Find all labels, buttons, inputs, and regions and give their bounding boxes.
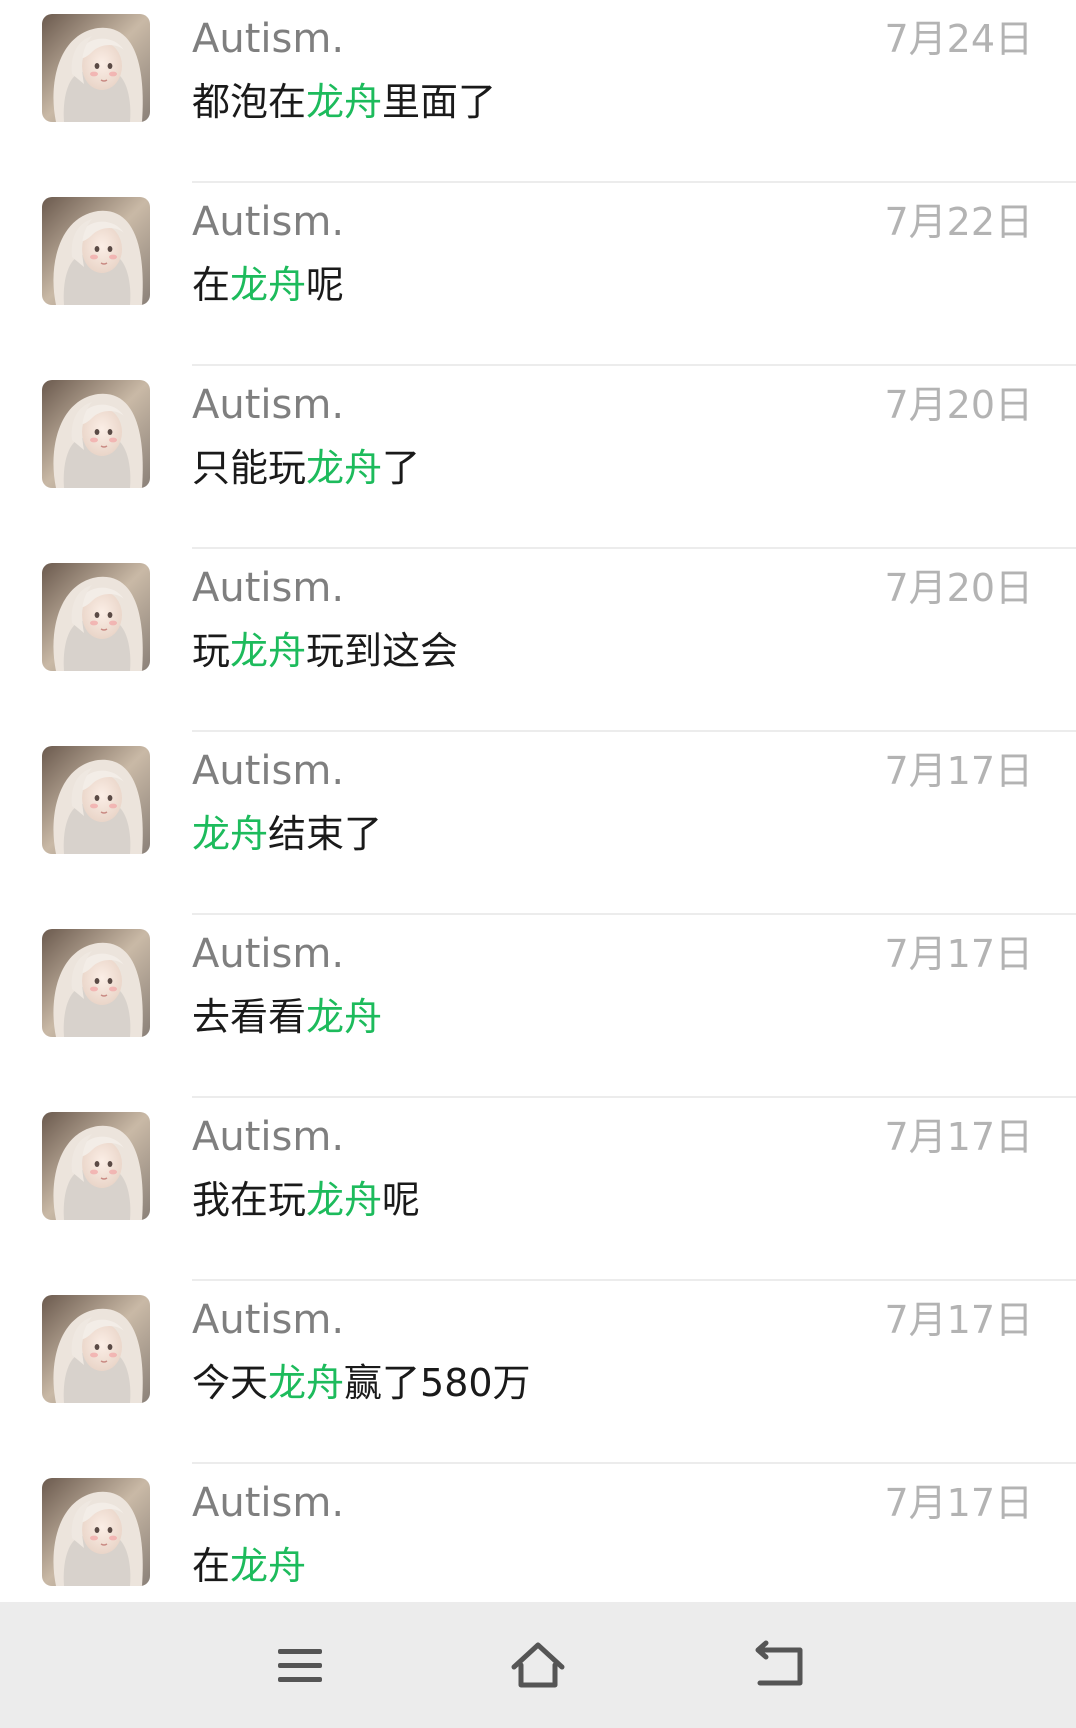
search-keyword-highlight: 龙舟 <box>192 812 269 856</box>
message-text-segment: 玩到这会 <box>306 629 459 673</box>
menu-button[interactable] <box>268 1633 332 1697</box>
sender-name: Autism. <box>192 1114 345 1160</box>
avatar[interactable] <box>42 14 150 122</box>
message-text-segment: 结束了 <box>268 812 383 856</box>
avatar[interactable] <box>42 929 150 1037</box>
message-text-segment: 在 <box>192 1544 231 1588</box>
avatar[interactable] <box>42 563 150 671</box>
message-text-segment: 了 <box>382 446 421 490</box>
message-row[interactable]: Autism. 7月17日我在玩龙舟呢 <box>0 1098 1076 1281</box>
avatar-illustration <box>42 929 150 1037</box>
message-date: 7月20日 <box>884 566 1033 610</box>
message-text-segment: 在 <box>192 263 231 307</box>
message-text: 在龙舟呢 <box>192 259 344 311</box>
message-text-segment: 只能玩 <box>192 446 307 490</box>
avatar-illustration <box>42 1112 150 1220</box>
message-row[interactable]: Autism. 7月17日在龙舟 <box>0 1464 1076 1602</box>
message-text-segment: 里面了 <box>382 80 497 124</box>
avatar[interactable] <box>42 1112 150 1220</box>
avatar[interactable] <box>42 197 150 305</box>
system-navigation-bar <box>0 1602 1076 1728</box>
message-text: 玩龙舟玩到这会 <box>192 625 458 677</box>
message-date: 7月22日 <box>884 200 1033 244</box>
message-date: 7月17日 <box>884 1115 1033 1159</box>
message-text-segment: 都泡在 <box>192 80 307 124</box>
message-row[interactable]: Autism. 7月20日只能玩龙舟了 <box>0 366 1076 549</box>
message-row[interactable]: Autism. 7月20日玩龙舟玩到这会 <box>0 549 1076 732</box>
message-row[interactable]: Autism. 7月17日龙舟结束了 <box>0 732 1076 915</box>
message-text: 今天龙舟赢了580万 <box>192 1357 531 1409</box>
message-search-results-list[interactable]: Autism. 7月24日 都泡在龙舟里面了 Autism. 7月22日 在龙舟呢 Auti… <box>0 0 1076 1602</box>
search-keyword-highlight: 龙舟 <box>306 995 383 1039</box>
message-text-segment: 去看看 <box>192 995 307 1039</box>
sender-name: Autism. <box>192 565 345 611</box>
sender-name: Autism. <box>192 931 345 977</box>
avatar-illustration <box>42 14 150 122</box>
message-text: 只能玩龙舟了 <box>192 442 420 494</box>
avatar[interactable] <box>42 746 150 854</box>
search-keyword-highlight: 龙舟 <box>230 1544 307 1588</box>
message-date: 7月17日 <box>884 1298 1033 1342</box>
message-text-segment: 呢 <box>382 1178 421 1222</box>
search-keyword-highlight: 龙舟 <box>306 446 383 490</box>
avatar[interactable] <box>42 380 150 488</box>
message-text-segment: 我在玩 <box>192 1178 307 1222</box>
message-date: 7月20日 <box>884 383 1033 427</box>
message-text: 都泡在龙舟里面了 <box>192 76 496 128</box>
message-date: 7月24日 <box>884 17 1033 61</box>
message-text: 龙舟结束了 <box>192 808 382 860</box>
message-date: 7月17日 <box>884 749 1033 793</box>
message-text-segment: 玩 <box>192 629 231 673</box>
message-text: 我在玩龙舟呢 <box>192 1174 420 1226</box>
avatar[interactable] <box>42 1478 150 1586</box>
avatar-illustration <box>42 746 150 854</box>
message-row[interactable]: Autism. 7月22日在龙舟呢 <box>0 183 1076 366</box>
avatar-illustration <box>42 563 150 671</box>
menu-icon <box>278 1649 322 1682</box>
avatar[interactable] <box>42 1295 150 1403</box>
avatar-illustration <box>42 1478 150 1586</box>
search-keyword-highlight: 龙舟 <box>306 1178 383 1222</box>
sender-name: Autism. <box>192 199 345 245</box>
message-row[interactable]: Autism. 7月24日都泡在龙舟里面了 <box>0 0 1076 183</box>
message-row[interactable]: Autism. 7月17日去看看龙舟 <box>0 915 1076 1098</box>
message-text-segment: 赢了580万 <box>344 1361 531 1405</box>
screen: Autism. 7月24日 都泡在龙舟里面了 Autism. 7月22日 在龙舟呢 Auti… <box>0 0 1076 1728</box>
avatar-illustration <box>42 197 150 305</box>
home-button[interactable] <box>506 1633 570 1697</box>
search-keyword-highlight: 龙舟 <box>306 80 383 124</box>
message-date: 7月17日 <box>884 932 1033 976</box>
search-keyword-highlight: 龙舟 <box>230 629 307 673</box>
message-text: 去看看龙舟 <box>192 991 382 1043</box>
message-text-segment: 呢 <box>306 263 345 307</box>
message-text: 在龙舟 <box>192 1540 306 1592</box>
avatar-illustration <box>42 1295 150 1403</box>
home-icon <box>511 1642 565 1688</box>
sender-name: Autism. <box>192 1480 345 1526</box>
sender-name: Autism. <box>192 382 345 428</box>
avatar-illustration <box>42 380 150 488</box>
sender-name: Autism. <box>192 748 345 794</box>
back-button[interactable] <box>748 1633 812 1697</box>
back-icon <box>755 1640 803 1686</box>
message-text-segment: 今天 <box>192 1361 269 1405</box>
sender-name: Autism. <box>192 16 345 62</box>
message-date: 7月17日 <box>884 1481 1033 1525</box>
sender-name: Autism. <box>192 1297 345 1343</box>
search-keyword-highlight: 龙舟 <box>230 263 307 307</box>
message-row[interactable]: Autism. 7月17日今天龙舟赢了580万 <box>0 1281 1076 1464</box>
search-keyword-highlight: 龙舟 <box>268 1361 345 1405</box>
